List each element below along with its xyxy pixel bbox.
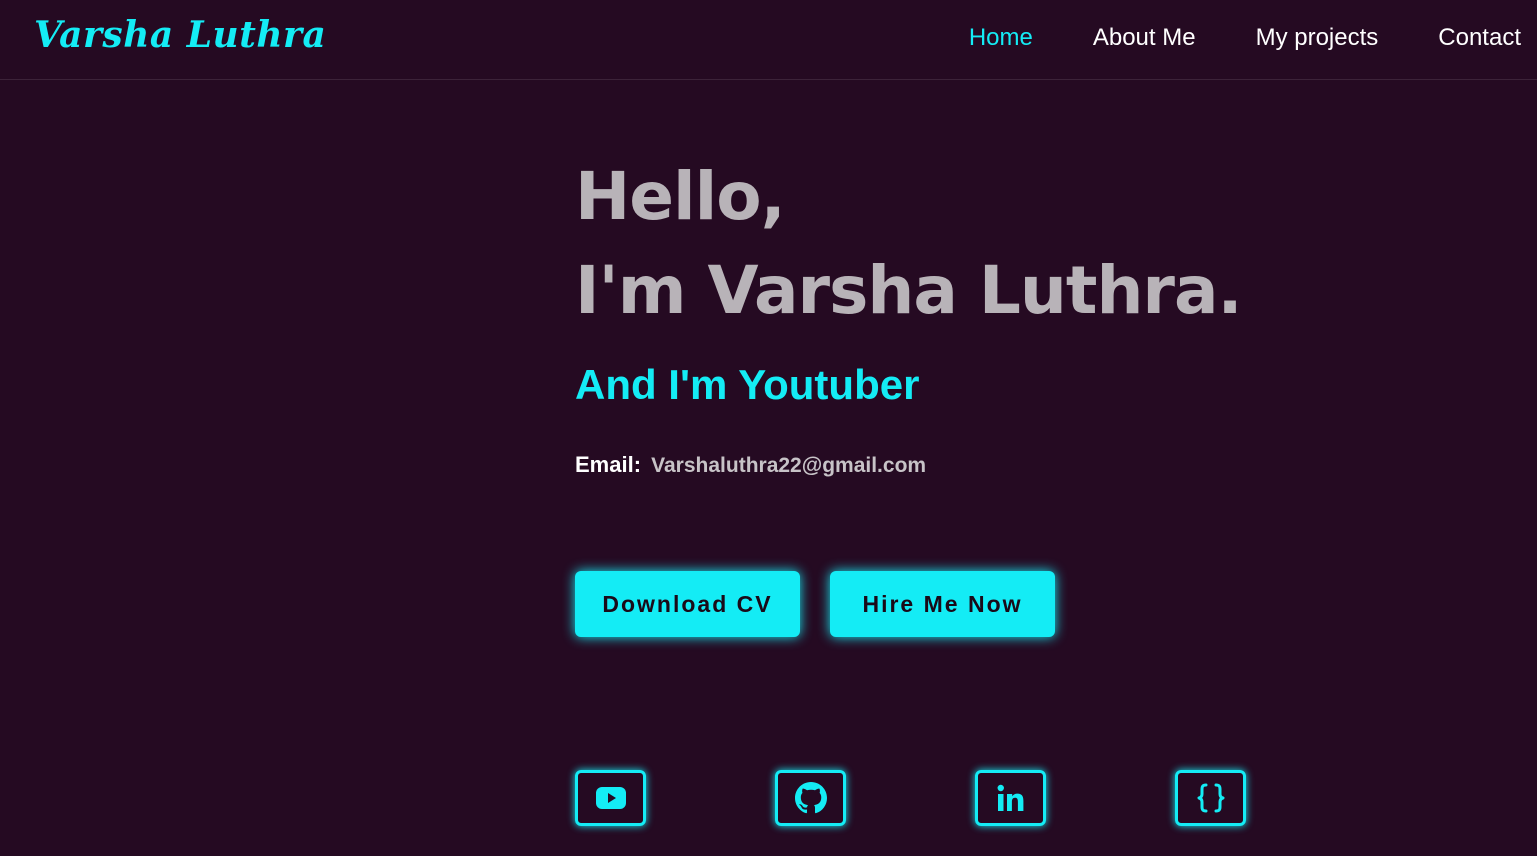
hero-section: Hello, I'm Varsha Luthra. And I'm Youtub… (575, 150, 1475, 637)
youtube-link[interactable] (575, 770, 646, 826)
hero-greeting-line2: I'm Varsha Luthra. (575, 252, 1243, 329)
linkedin-link[interactable] (975, 770, 1046, 826)
site-logo[interactable]: Varsha Luthra (34, 14, 326, 56)
hero-greeting-line1: Hello, (575, 158, 786, 235)
top-navbar: Varsha Luthra Home About Me My projects … (0, 0, 1537, 80)
hero-heading: Hello, I'm Varsha Luthra. (575, 150, 1475, 338)
linkedin-icon (997, 784, 1023, 811)
email-value[interactable]: Varshaluthra22@gmail.com (651, 454, 926, 477)
nav-home[interactable]: Home (969, 22, 1033, 54)
nav-contact[interactable]: Contact (1438, 22, 1521, 54)
download-cv-button[interactable]: Download CV (575, 571, 800, 637)
social-links (575, 770, 1255, 830)
email-line: Email: Varshaluthra22@gmail.com (575, 450, 926, 481)
portfolio-page: Varsha Luthra Home About Me My projects … (0, 0, 1537, 856)
code-link[interactable] (1175, 770, 1246, 826)
nav-about-me[interactable]: About Me (1093, 22, 1196, 54)
hero-buttons: Download CV Hire Me Now (575, 571, 1085, 637)
main-nav: Home About Me My projects Contact (909, 22, 1521, 54)
code-braces-icon (1197, 783, 1224, 813)
github-link[interactable] (775, 770, 846, 826)
email-label: Email: (575, 452, 642, 477)
youtube-icon (595, 787, 626, 809)
nav-my-projects[interactable]: My projects (1256, 22, 1379, 54)
github-icon (794, 782, 827, 814)
hero-subtitle: And I'm Youtuber (575, 361, 920, 408)
hire-me-now-button[interactable]: Hire Me Now (830, 571, 1055, 637)
